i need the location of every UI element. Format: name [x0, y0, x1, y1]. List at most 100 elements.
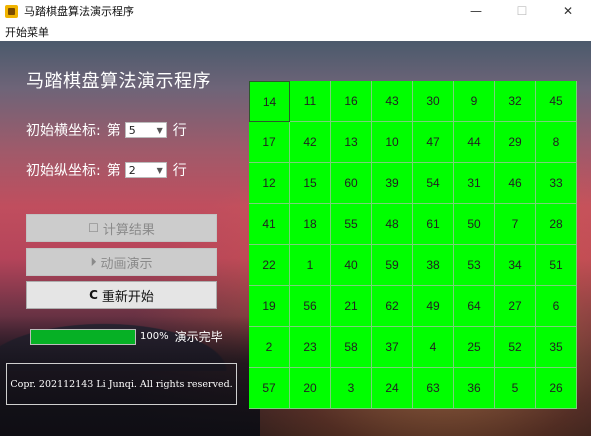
board-cell: 38	[413, 245, 454, 286]
board-cell: 25	[454, 327, 495, 368]
board-cell: 64	[454, 286, 495, 327]
copyright-text: Copr. 202112143 Li Junqi. All rights res…	[10, 378, 233, 390]
board-cell: 58	[331, 327, 372, 368]
board-cell: 52	[495, 327, 536, 368]
window-title: 马踏棋盘算法演示程序	[24, 5, 134, 18]
board-cell: 36	[454, 368, 495, 409]
restart-button-label: 重新开始	[101, 289, 154, 305]
board-cell: 8	[536, 122, 577, 163]
board-cell: 26	[536, 368, 577, 409]
board-cell: 24	[372, 368, 413, 409]
animate-button[interactable]: ⏵ 动画演示	[26, 248, 217, 276]
board-cell: 33	[536, 163, 577, 204]
progress-section: 100% 演示完毕	[30, 328, 223, 345]
start-col-prefix: 第	[106, 163, 121, 179]
board-cell: 31	[454, 163, 495, 204]
board-cell: 34	[495, 245, 536, 286]
close-button[interactable]: ✕	[545, 0, 591, 22]
board-cell: 29	[495, 122, 536, 163]
chess-board: 14 11 16 43 30 9 32 45 17 42 13 10 47 44 29 8 12 15 60 39 54…	[249, 81, 577, 409]
board-cell: 61	[413, 204, 454, 245]
start-row-select[interactable]: 5 ▼	[124, 122, 167, 138]
board-cell: 18	[290, 204, 331, 245]
board-cell: 39	[372, 163, 413, 204]
board-cell: 19	[249, 286, 290, 327]
animate-button-label: 动画演示	[100, 256, 153, 272]
board-cell: 6	[536, 286, 577, 327]
board-cell: 16	[331, 81, 372, 122]
board-cell: 54	[413, 163, 454, 204]
app-window: 马踏棋盘算法演示程序 — ☐ ✕ 开始菜单 马踏棋盘算法演示程序 初始横坐标: …	[0, 0, 591, 436]
board-cell: 22	[249, 245, 290, 286]
board-cell: 21	[331, 286, 372, 327]
board-cell: 56	[290, 286, 331, 327]
board-cell: 46	[495, 163, 536, 204]
board-cell: 51	[536, 245, 577, 286]
board-cell: 49	[413, 286, 454, 327]
board-cell: 28	[536, 204, 577, 245]
board-cell: 37	[372, 327, 413, 368]
board-cell: 9	[454, 81, 495, 122]
board-cell: 41	[249, 204, 290, 245]
start-row-value: 5	[128, 123, 136, 137]
title-bar: 马踏棋盘算法演示程序 — ☐ ✕	[0, 0, 591, 22]
compute-button-label: 计算结果	[102, 222, 155, 238]
chevron-down-icon: ▼	[156, 165, 163, 175]
start-col-selector: 初始纵坐标: 第 2 ▼ 行	[26, 160, 187, 180]
checkbox-icon: ☐	[88, 221, 99, 235]
board-cell: 1	[290, 245, 331, 286]
menu-start[interactable]: 开始菜单	[0, 24, 54, 40]
start-col-value: 2	[128, 163, 136, 177]
board-cell: 55	[331, 204, 372, 245]
minimize-button[interactable]: —	[453, 0, 499, 22]
play-circle-icon: ⏵	[90, 254, 97, 269]
board-cell: 32	[495, 81, 536, 122]
board-cell: 12	[249, 163, 290, 204]
board-cell: 4	[413, 327, 454, 368]
board-cell: 30	[413, 81, 454, 122]
board-cell: 48	[372, 204, 413, 245]
board-cell: 42	[290, 122, 331, 163]
board-cell: 17	[249, 122, 290, 163]
board-cell: 35	[536, 327, 577, 368]
board-cell: 23	[290, 327, 331, 368]
restart-button[interactable]: C 重新开始	[26, 281, 217, 309]
board-cell: 45	[536, 81, 577, 122]
board-cell: 15	[290, 163, 331, 204]
start-row-selector: 初始横坐标: 第 5 ▼ 行	[26, 120, 187, 140]
board-cell: 43	[372, 81, 413, 122]
progress-percent: 100%	[140, 331, 169, 342]
board-cell: 2	[249, 327, 290, 368]
progress-status: 演示完毕	[174, 330, 223, 344]
board-cell: 13	[331, 122, 372, 163]
board-cell: 27	[495, 286, 536, 327]
board-cell: 11	[290, 81, 331, 122]
board-cell: 60	[331, 163, 372, 204]
board-cell: 63	[413, 368, 454, 409]
chevron-down-icon: ▼	[156, 125, 163, 135]
copyright-box: Copr. 202112143 Li Junqi. All rights res…	[6, 363, 237, 405]
start-row-suffix: 行	[172, 123, 187, 139]
compute-button[interactable]: ☐ 计算结果	[26, 214, 217, 242]
page-title: 马踏棋盘算法演示程序	[26, 71, 211, 92]
board-cell: 5	[495, 368, 536, 409]
refresh-icon: C	[89, 288, 98, 302]
board-cell: 10	[372, 122, 413, 163]
board-cell: 50	[454, 204, 495, 245]
board-cell: 3	[331, 368, 372, 409]
board-cell: 47	[413, 122, 454, 163]
board-cell: 40	[331, 245, 372, 286]
board-cell: 53	[454, 245, 495, 286]
progress-bar	[30, 328, 136, 345]
board-cell: 14	[249, 81, 290, 122]
window-controls: — ☐ ✕	[453, 0, 591, 22]
board-cell: 59	[372, 245, 413, 286]
start-col-suffix: 行	[172, 163, 187, 179]
board-cell: 62	[372, 286, 413, 327]
board-cell: 20	[290, 368, 331, 409]
start-row-label: 初始横坐标:	[26, 123, 101, 139]
maximize-button[interactable]: ☐	[499, 0, 545, 22]
start-col-select[interactable]: 2 ▼	[124, 162, 167, 178]
start-col-label: 初始纵坐标:	[26, 163, 101, 179]
board-cell: 7	[495, 204, 536, 245]
